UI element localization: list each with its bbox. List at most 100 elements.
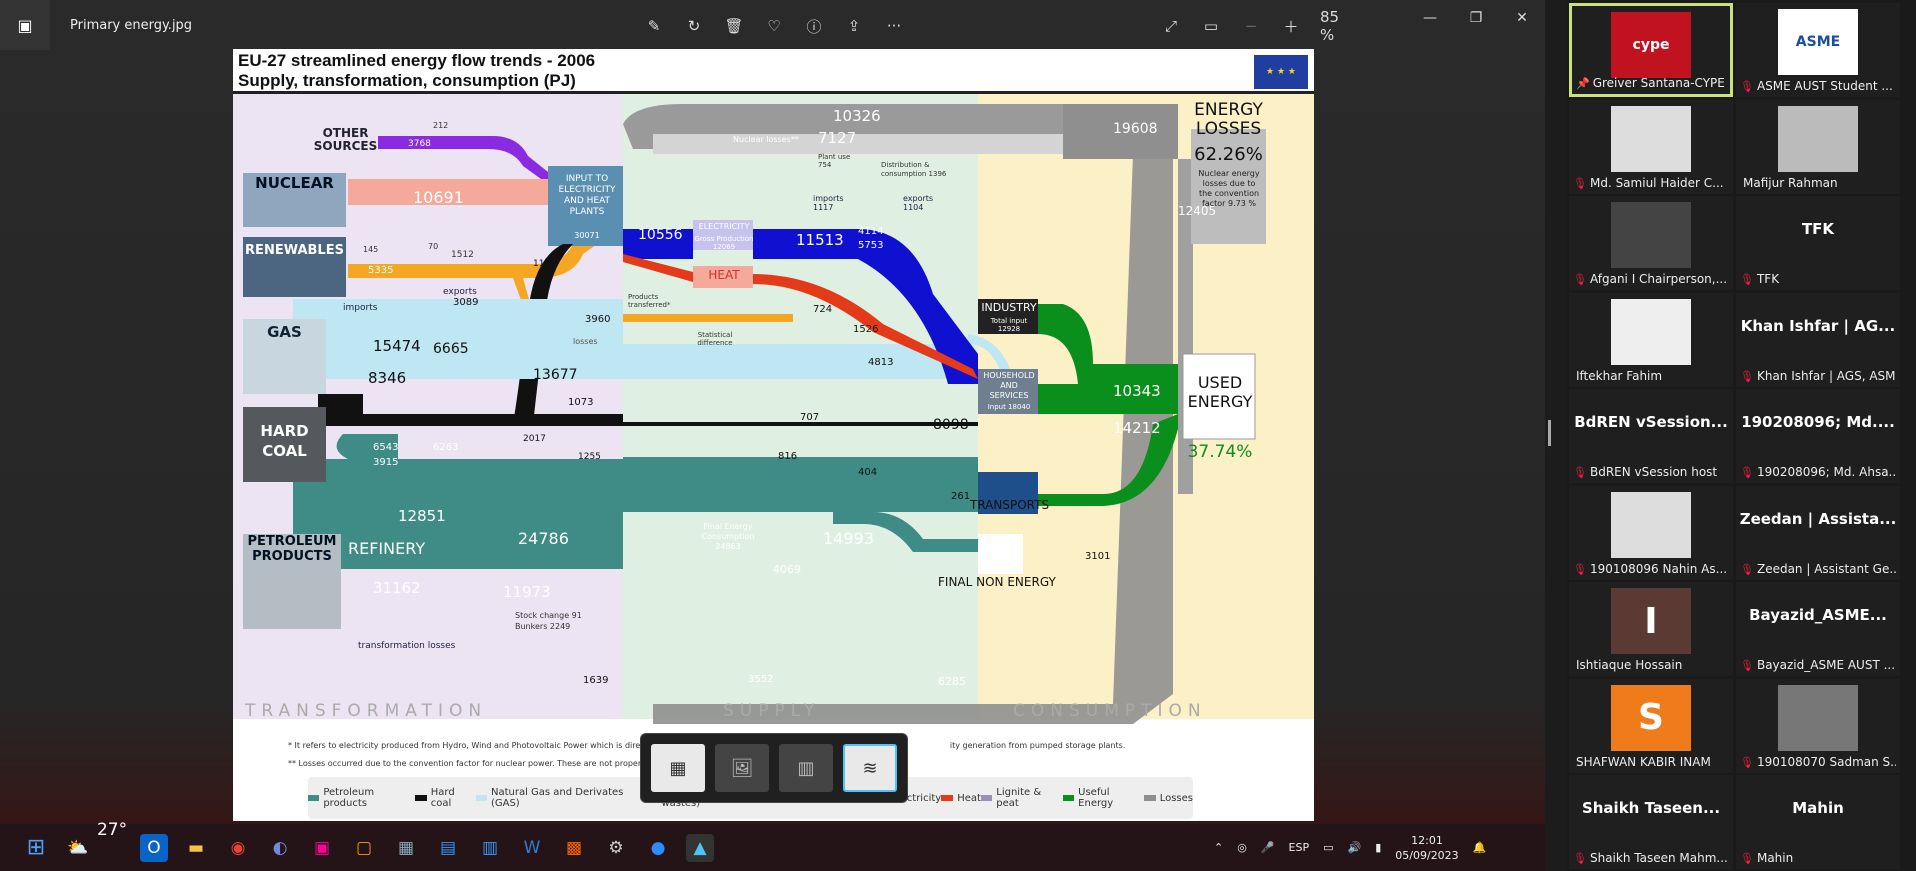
edit-icon[interactable]: ✎	[643, 15, 665, 37]
share-icon[interactable]: ⇪	[843, 15, 865, 37]
energy-losses-pct: 62.26%	[1194, 144, 1263, 165]
participant-tile[interactable]: cype 📌 Greiver Santana-CYPE	[1569, 3, 1733, 97]
value-top-10326: 10326	[833, 107, 881, 125]
app-icon-6[interactable]: ⚙	[602, 834, 630, 862]
value-used-14212: 14212	[1113, 419, 1161, 437]
photos-app-icon[interactable]: ▣	[0, 0, 50, 50]
zoom-in-icon[interactable]: ＋	[1280, 15, 1302, 37]
display-icon[interactable]: ▭	[1323, 841, 1333, 854]
imports-1117-label: imports 1117	[813, 194, 844, 212]
legend-swatch	[1062, 795, 1075, 801]
info-icon[interactable]: ⓘ	[803, 15, 825, 37]
delete-icon[interactable]: 🗑	[723, 15, 745, 37]
clock[interactable]: 12:01 05/09/2023	[1395, 833, 1458, 863]
chrome-icon[interactable]: ◉	[224, 834, 252, 862]
hard-coal-flow	[318, 414, 623, 426]
exports-1104-label: exports 1104	[903, 194, 934, 212]
value-elec-4114: 4114	[858, 226, 884, 237]
rotate-icon[interactable]: ↻	[683, 15, 705, 37]
zoom-level[interactable]: 85 %	[1320, 8, 1342, 44]
discord-icon[interactable]: ◐	[266, 834, 294, 862]
industry-input-label: Total input 12928	[990, 317, 1028, 333]
chevron-up-icon[interactable]: ⌃	[1214, 841, 1223, 854]
eu-flag-icon: ★ ★ ★	[1254, 55, 1308, 89]
participant-tile[interactable]: Zeedan | Assista... 🎙 Zeedan | Assistant G…	[1736, 485, 1900, 580]
volume-icon[interactable]: 🔊	[1348, 841, 1362, 854]
minimize-icon[interactable]: —	[1407, 0, 1453, 36]
input-plants-label: INPUT TO ELECTRICITY AND HEAT PLANTS	[558, 174, 616, 217]
participant-name-row: 🎙 Shaikh Taseen Mahm...	[1573, 851, 1729, 865]
file-explorer-icon[interactable]: ▬	[182, 834, 210, 862]
thumbnail-energy-flow[interactable]: ≋	[843, 744, 897, 792]
zoom-out-icon[interactable]: −	[1240, 15, 1262, 37]
window-controls: — ❐ ✕	[1407, 0, 1545, 36]
participant-tile[interactable]: 190208096; Md.... 🎙 190208096; Md. Ahsa...	[1736, 389, 1900, 483]
network-icon[interactable]: ◎	[1237, 841, 1247, 854]
value-coal-1255: 1255	[578, 452, 601, 462]
participant-name: Mahin	[1756, 851, 1794, 865]
value-404: 404	[858, 467, 878, 478]
battery-icon[interactable]: ▮	[1375, 841, 1381, 854]
thumbnail-diagram[interactable]: ▦	[651, 744, 705, 792]
app-icon-2[interactable]: ▦	[392, 834, 420, 862]
app-icon-1[interactable]: ▢	[350, 834, 378, 862]
participant-tile[interactable]: TFK 🎙 TFK	[1736, 196, 1900, 290]
app-icon-3[interactable]: ▤	[434, 834, 462, 862]
participant-tile[interactable]: 🎙 190108096 Nahin As...	[1569, 485, 1733, 580]
photos-app-icon-taskbar[interactable]: ▣	[308, 834, 336, 862]
participant-tile[interactable]: Mafijur Rahman	[1736, 99, 1900, 194]
thumbnail-chart[interactable]: ▥	[779, 744, 833, 792]
mic-muted-icon: 🎙	[1573, 852, 1587, 865]
fullscreen-icon[interactable]: ⤢	[1160, 15, 1182, 37]
value-nuclear: 10691	[413, 188, 464, 207]
participant-tile[interactable]: ASME 🎙 ASME AUST Student ...	[1736, 3, 1900, 97]
participant-tile[interactable]: S SHAFWAN KABIR INAM	[1569, 678, 1733, 773]
participant-avatar: I	[1611, 588, 1691, 654]
thumbnail-placeholder-icon[interactable]: 🖼	[715, 744, 769, 792]
participant-tile[interactable]: 🎙 190108070 Sadman S...	[1736, 678, 1900, 773]
value-renew-imports: 145	[363, 245, 379, 254]
participant-tile[interactable]: 🎙 Md. Samiul Haider C...	[1569, 99, 1733, 194]
microphone-icon[interactable]: 🎤	[1261, 841, 1275, 854]
value-losses-19608: 19608	[1113, 121, 1158, 137]
value-gas-8346: 8346	[368, 369, 407, 387]
legend-item: Lignite & peat	[980, 787, 1063, 809]
app-icon-4[interactable]: ▥	[476, 834, 504, 862]
weather-icon[interactable]: ⛅	[64, 834, 92, 862]
participant-tile[interactable]: Bayazid_ASME... 🎙 Bayazid_ASME AUST ...	[1736, 582, 1900, 676]
participant-tile[interactable]: I Ishtiaque Hossain	[1569, 582, 1733, 676]
start-icon[interactable]: ⊞	[22, 834, 50, 862]
participant-tile[interactable]: BdREN vSession... 🎙 BdREN vSession host	[1569, 389, 1733, 483]
used-energy-label: USED ENERGY	[1187, 373, 1253, 411]
zoom-icon[interactable]: ●	[644, 834, 672, 862]
participant-tile[interactable]: Khan Ishfar | AG... 🎙 Khan Ishfar | AGS, A…	[1736, 292, 1900, 387]
participant-tile[interactable]: 🎙 Afgani I Chairperson,...	[1569, 196, 1733, 290]
footnote-1-text: * It refers to electricity produced from…	[288, 741, 680, 750]
legend-label: Lignite & peat	[996, 787, 1042, 809]
participant-tile[interactable]: Mahin 🎙 Mahin	[1736, 775, 1900, 869]
photos-viewer-taskbar-icon[interactable]: ▲	[686, 833, 714, 862]
close-icon[interactable]: ✕	[1499, 0, 1545, 36]
panel-resize-handle[interactable]	[1548, 420, 1551, 446]
participant-tile[interactable]: Iftekhar Fahim	[1569, 292, 1733, 387]
mic-muted-icon: 🎙	[1573, 562, 1587, 576]
participant-name: Khan Ishfar | AGS, ASME...	[1756, 368, 1896, 383]
word-icon[interactable]: W	[518, 834, 546, 862]
fit-icon[interactable]: ▭	[1200, 15, 1222, 37]
value-supply-14993: 14993	[823, 529, 874, 548]
outlook-icon[interactable]: O	[140, 833, 168, 862]
more-icon[interactable]: ···	[883, 15, 905, 37]
participant-name: 190108070 Sadman S...	[1756, 754, 1896, 769]
maximize-icon[interactable]: ❐	[1453, 0, 1499, 36]
participant-name: Afgani I Chairperson,...	[1589, 272, 1728, 286]
non-energy-node	[978, 534, 1023, 574]
participant-tile[interactable]: Shaikh Taseen... 🎙 Shaikh Taseen Mahm...	[1569, 775, 1733, 869]
renewables-label: RENEWABLES	[243, 237, 346, 297]
legend-swatch	[475, 795, 487, 801]
favorite-icon[interactable]: ♡	[763, 15, 785, 37]
notifications-icon[interactable]: 🔔	[1473, 841, 1487, 854]
value-coal-2017: 2017	[523, 434, 546, 444]
language-indicator[interactable]: ESP	[1289, 841, 1310, 854]
app-icon-5[interactable]: ▩	[560, 834, 588, 862]
participant-name-row: 🎙 Mahin	[1740, 851, 1896, 865]
